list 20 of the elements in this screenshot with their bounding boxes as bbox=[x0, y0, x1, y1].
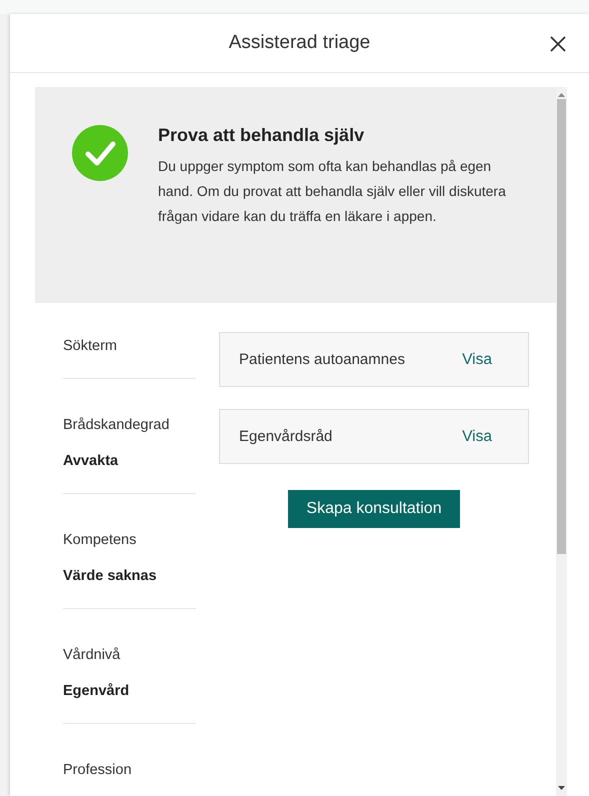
field-label: Vårdnivå bbox=[63, 646, 122, 665]
field-value: Värde saknas bbox=[63, 567, 158, 586]
field-value: Egenvård bbox=[63, 682, 130, 701]
field-label: Sökterm bbox=[63, 337, 118, 356]
field-label: Brådskandegrad bbox=[63, 416, 170, 435]
field-value: Avvakta bbox=[63, 452, 120, 471]
create-consultation-button[interactable]: Skapa konsultation bbox=[288, 490, 460, 528]
field-label: Profession bbox=[63, 761, 133, 780]
card-label: Egenvårdsråd bbox=[239, 428, 334, 445]
result-text: Du uppger symptom som ofta kan behandlas på egen hand. Om du provat att behandla själv eller vill diskutera frågan vidare kan du träffa en läkare i appen. bbox=[158, 157, 507, 226]
field-label: Kompetens bbox=[63, 531, 138, 550]
card-label: Patientens autoanamnes bbox=[239, 351, 406, 368]
dialog-title: Assisterad triage bbox=[228, 32, 370, 54]
result-title: Prova att behandla själv bbox=[158, 125, 366, 146]
checkmark-icon bbox=[72, 125, 128, 181]
close-icon[interactable] bbox=[549, 35, 567, 53]
show-link[interactable]: Visa bbox=[462, 428, 492, 446]
show-link[interactable]: Visa bbox=[462, 350, 492, 368]
scroll-up-arrow-icon[interactable] bbox=[558, 92, 565, 97]
scroll-down-arrow-icon[interactable] bbox=[558, 786, 565, 791]
